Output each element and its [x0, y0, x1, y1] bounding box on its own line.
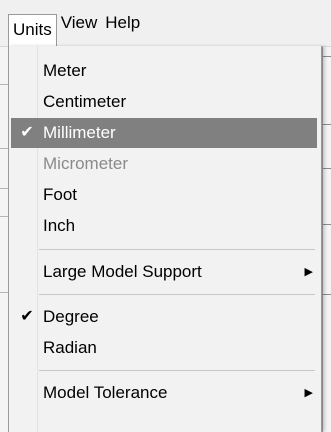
menu-separator	[39, 370, 315, 371]
menu-item-degree[interactable]: ✔ Degree	[11, 302, 317, 332]
background-line	[323, 56, 331, 57]
menu-item-label: Large Model Support	[43, 262, 202, 281]
background-line	[323, 294, 331, 295]
menu-item-micrometer: Micrometer	[11, 149, 317, 179]
checkmark-icon: ✔	[20, 124, 34, 141]
background-line	[323, 124, 331, 125]
menu-item-centimeter[interactable]: Centimeter	[11, 87, 317, 117]
menu-item-label: Model Tolerance	[43, 383, 168, 402]
menu-item-label: Degree	[43, 307, 99, 326]
menu-view[interactable]: View	[57, 8, 102, 38]
menu-item-large-model-support[interactable]: Large Model Support ▶	[11, 257, 317, 287]
menu-item-label: Centimeter	[43, 92, 127, 111]
menu-item-label: Millimeter	[43, 123, 116, 142]
menu-item-inch[interactable]: Inch	[11, 211, 317, 241]
menu-item-radian[interactable]: Radian	[11, 333, 317, 363]
menu-help[interactable]: Help	[101, 8, 144, 38]
submenu-arrow-icon: ▶	[304, 266, 313, 278]
menu-item-label: Micrometer	[43, 154, 129, 173]
background-right-strip	[322, 46, 331, 432]
checkmark-icon: ✔	[20, 308, 34, 325]
submenu-arrow-icon: ▶	[304, 387, 313, 399]
menu-item-millimeter[interactable]: ✔ Millimeter	[11, 118, 317, 148]
menu-separator	[39, 294, 315, 295]
menu-item-label: Foot	[43, 185, 78, 204]
background-line	[323, 224, 331, 225]
menu-item-label: Radian	[43, 338, 97, 357]
menu-item-foot[interactable]: Foot	[11, 180, 317, 210]
menu-item-model-tolerance[interactable]: Model Tolerance ▶	[11, 378, 317, 408]
menu-separator	[39, 249, 315, 250]
menu-item-label: Meter	[43, 61, 87, 80]
menu-item-label: Inch	[43, 216, 76, 235]
units-dropdown-menu: Meter Centimeter ✔ Millimeter Micrometer…	[8, 46, 322, 432]
menu-units[interactable]: Units	[8, 14, 57, 46]
background-line	[323, 168, 331, 169]
menu-bar: Units View Help	[0, 0, 331, 47]
menu-item-meter[interactable]: Meter	[11, 56, 317, 86]
